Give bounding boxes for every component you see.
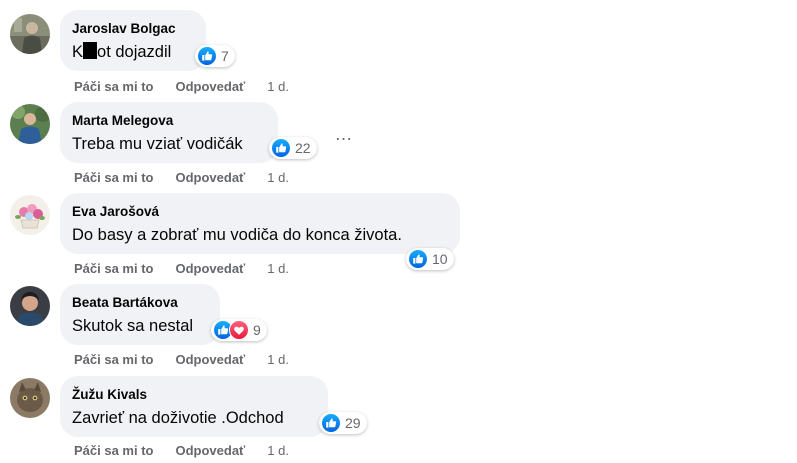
like-button[interactable]: Páči sa mi to: [74, 352, 153, 367]
redaction-bar: [83, 42, 98, 59]
reply-button[interactable]: Odpovedať: [175, 79, 245, 94]
comment-bubble: Žužu Kivals Zavrieť na doživotie .Odchod: [60, 376, 328, 437]
comment-author[interactable]: Marta Melegova: [72, 112, 266, 129]
comment-text: Kot dojazdil: [72, 41, 194, 63]
comment-actions: Páči sa mi to Odpovedať 1 d.: [74, 443, 289, 458]
comment-bubble: Marta Melegova Treba mu vziať vodičák: [60, 102, 278, 163]
reaction-summary[interactable]: 29: [319, 412, 367, 434]
reaction-count: 9: [253, 322, 261, 338]
comment-text: Treba mu vziať vodičák: [72, 135, 243, 153]
reaction-count: 29: [345, 415, 361, 431]
like-reaction-icon: [271, 138, 291, 158]
like-button[interactable]: Páči sa mi to: [74, 443, 153, 458]
like-reaction-icon: [197, 46, 217, 66]
avatar[interactable]: [10, 286, 50, 326]
avatar-photo: [10, 286, 50, 326]
comment-text: Zavrieť na doživotie .Odchod: [72, 409, 284, 427]
avatar-photo: [10, 104, 50, 144]
avatar-photo: [10, 378, 50, 418]
comment-bubble: Eva Jarošová Do basy a zobrať mu vodiča …: [60, 193, 460, 254]
comment-text-end: ot dojazdil: [97, 43, 172, 61]
reply-button[interactable]: Odpovedať: [175, 261, 245, 276]
comment-timestamp[interactable]: 1 d.: [267, 352, 289, 367]
like-reaction-icon: [321, 413, 341, 433]
love-reaction-icon: [229, 320, 249, 340]
reaction-summary[interactable]: 7: [195, 45, 235, 67]
reaction-summary[interactable]: 9: [211, 319, 267, 341]
comment-author[interactable]: Eva Jarošová: [72, 203, 448, 220]
avatar[interactable]: [10, 195, 50, 235]
comment-author[interactable]: Jaroslav Bolgac: [72, 20, 194, 37]
reaction-count: 22: [295, 140, 311, 156]
comment-bubble: Beata Bartákova Skutok sa nestal: [60, 284, 220, 345]
avatar-photo: [10, 14, 50, 54]
more-options-icon[interactable]: …: [330, 124, 358, 144]
reaction-count: 7: [221, 48, 229, 64]
reply-button[interactable]: Odpovedať: [175, 443, 245, 458]
comment-author[interactable]: Beata Bartákova: [72, 294, 208, 311]
avatar[interactable]: [10, 14, 50, 54]
avatar[interactable]: [10, 104, 50, 144]
comment-text: Skutok sa nestal: [72, 317, 194, 335]
comment-actions: Páči sa mi to Odpovedať 1 d.: [74, 352, 289, 367]
reaction-count: 10: [432, 251, 448, 267]
comment-actions: Páči sa mi to Odpovedať 1 d.: [74, 261, 289, 276]
comment-text: Do basy a zobrať mu vodiča do konca živo…: [72, 226, 402, 244]
reaction-summary[interactable]: 10: [406, 248, 454, 270]
comment-text-start: K: [72, 43, 84, 61]
reply-button[interactable]: Odpovedať: [175, 170, 245, 185]
comment-actions: Páči sa mi to Odpovedať 1 d.: [74, 170, 289, 185]
like-button[interactable]: Páči sa mi to: [74, 79, 153, 94]
like-button[interactable]: Páči sa mi to: [74, 170, 153, 185]
comment-timestamp[interactable]: 1 d.: [267, 261, 289, 276]
avatar[interactable]: [10, 378, 50, 418]
reaction-summary[interactable]: 22: [269, 137, 317, 159]
reply-button[interactable]: Odpovedať: [175, 352, 245, 367]
comment-actions: Páči sa mi to Odpovedať 1 d.: [74, 79, 289, 94]
avatar-photo: [10, 195, 50, 235]
like-button[interactable]: Páči sa mi to: [74, 261, 153, 276]
like-reaction-icon: [408, 249, 428, 269]
comment-timestamp[interactable]: 1 d.: [267, 79, 289, 94]
comment-timestamp[interactable]: 1 d.: [267, 443, 289, 458]
comment-author[interactable]: Žužu Kivals: [72, 386, 316, 403]
comment-bubble: Jaroslav Bolgac Kot dojazdil: [60, 10, 206, 71]
comment-timestamp[interactable]: 1 d.: [267, 170, 289, 185]
